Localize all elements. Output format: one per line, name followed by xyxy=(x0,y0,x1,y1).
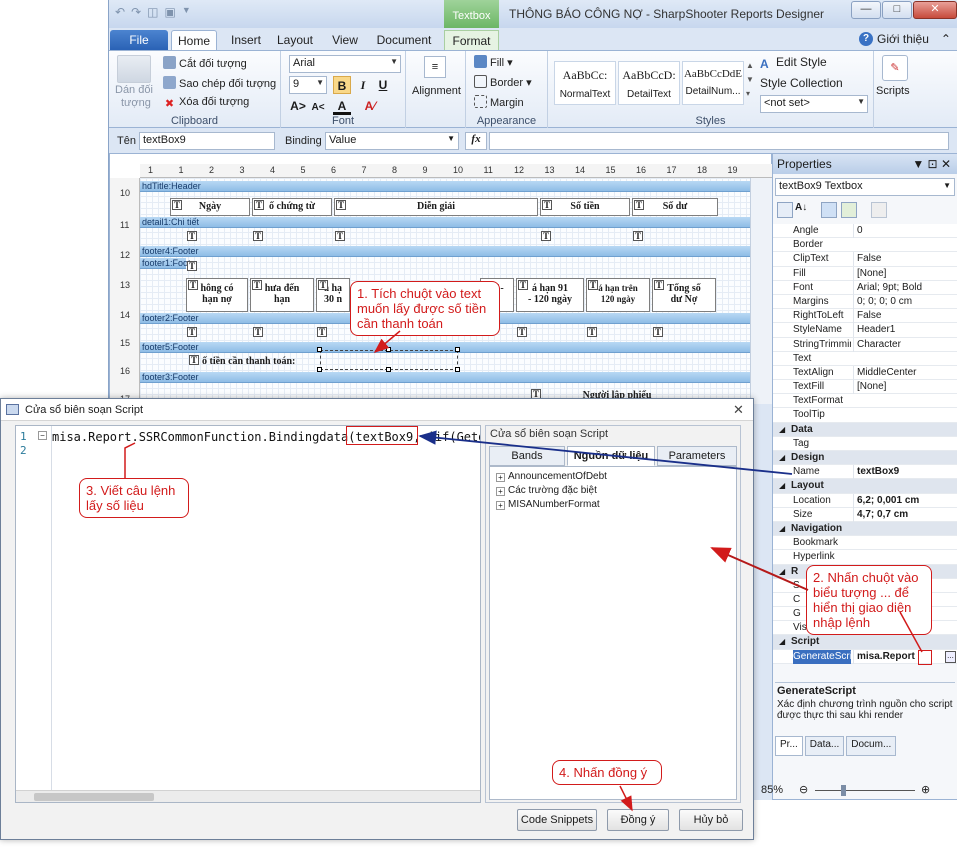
arrow-step4 xyxy=(619,785,633,812)
arrow-step1 xyxy=(373,330,401,353)
arrow-step2-to-button xyxy=(899,611,923,653)
annotation-arrows xyxy=(124,330,923,812)
arrow-step2 xyxy=(710,547,809,591)
arrow-step3 xyxy=(124,442,136,478)
arrow-name-to-code xyxy=(418,430,793,475)
